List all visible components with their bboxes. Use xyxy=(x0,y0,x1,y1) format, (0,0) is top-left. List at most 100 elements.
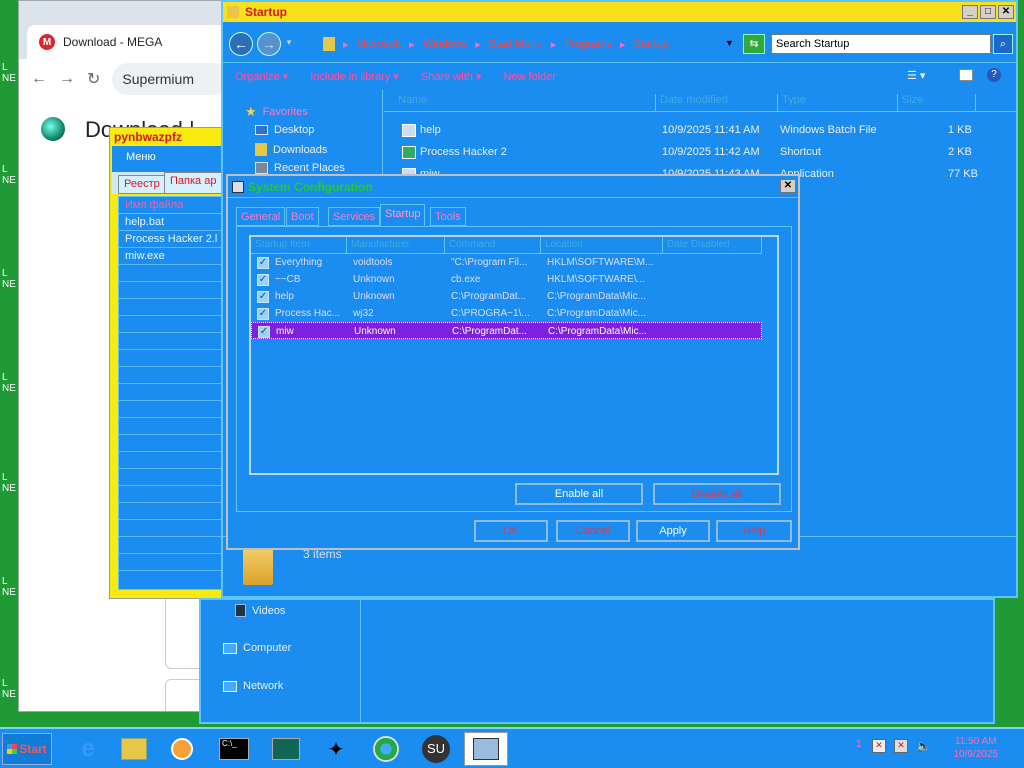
list-item[interactable] xyxy=(119,554,227,571)
forward-icon[interactable]: → xyxy=(257,32,281,56)
browser-tab[interactable]: M Download - MEGA xyxy=(27,25,227,59)
system-configuration-dialog[interactable]: System Configuration ✕ General Boot Serv… xyxy=(226,174,800,550)
cancel-button[interactable]: Cancel xyxy=(556,520,630,542)
nav-videos[interactable]: Videos xyxy=(235,604,285,617)
breadcrumb-item[interactable]: Start Menu xyxy=(489,38,543,50)
list-item[interactable] xyxy=(119,469,227,486)
list-item[interactable]: help.bat xyxy=(119,214,227,231)
close-button[interactable]: ✕ xyxy=(780,179,796,193)
start-button[interactable]: Start xyxy=(2,733,52,765)
include-in-library-button[interactable]: Include in library ▾ xyxy=(310,70,399,83)
list-item[interactable] xyxy=(119,537,227,554)
task-manager-icon[interactable] xyxy=(264,732,308,766)
file-row[interactable]: Process Hacker 2 10/9/2025 11:42 AM Shor… xyxy=(384,142,1016,164)
file-row[interactable]: help 10/9/2025 11:41 AM Windows Batch Fi… xyxy=(384,120,1016,142)
nav-favorites[interactable]: ★ Favorites xyxy=(245,104,308,120)
maximize-button[interactable]: □ xyxy=(980,5,996,19)
list-item[interactable] xyxy=(119,316,227,333)
column-startup-item[interactable]: Startup Item xyxy=(251,237,347,254)
checkbox[interactable]: ✓ xyxy=(257,308,269,320)
checkbox[interactable]: ✓ xyxy=(257,274,269,286)
nav-downloads[interactable]: Downloads xyxy=(255,143,327,156)
minimize-button[interactable]: _ xyxy=(962,5,978,19)
column-command[interactable]: Command xyxy=(445,237,541,254)
pynbw-menu[interactable]: Меню xyxy=(112,146,228,172)
tab-folder[interactable]: Папка ар xyxy=(164,172,223,194)
breadcrumb-item[interactable]: Programs xyxy=(564,38,612,50)
chevron-right-icon[interactable]: ▸ xyxy=(551,38,557,51)
chrome-icon[interactable] xyxy=(364,732,408,766)
nav-computer[interactable]: Computer xyxy=(223,642,291,654)
media-player-icon[interactable] xyxy=(160,732,204,766)
list-item[interactable] xyxy=(119,333,227,350)
close-button[interactable]: ✕ xyxy=(998,5,1014,19)
file-explorer-icon[interactable] xyxy=(112,732,156,766)
table-row[interactable]: ✓ Everything voidtools "C:\Program Fil..… xyxy=(251,254,762,271)
organize-button[interactable]: Organize ▾ xyxy=(235,70,288,83)
checkbox[interactable]: ✓ xyxy=(258,326,270,338)
list-item[interactable] xyxy=(119,367,227,384)
pynbw-file-list[interactable]: Имя файла help.bat Process Hacker 2.l mi… xyxy=(118,196,228,590)
checkbox[interactable]: ✓ xyxy=(257,291,269,303)
tab-boot[interactable]: Boot xyxy=(286,207,319,226)
search-icon[interactable]: ⌕ xyxy=(993,34,1013,54)
breadcrumb-item[interactable]: Windows xyxy=(423,38,468,50)
new-folder-button[interactable]: New folder xyxy=(503,71,556,83)
list-item[interactable] xyxy=(119,384,227,401)
tab-registry[interactable]: Реестр xyxy=(118,175,166,194)
table-row[interactable]: ✓ Process Hac... wj32 C:\PROGRA~1\... C:… xyxy=(251,305,762,322)
back-icon[interactable]: ← xyxy=(229,32,253,56)
help-button[interactable]: Help xyxy=(716,520,792,542)
list-item[interactable]: miw.exe xyxy=(119,248,227,265)
tab-tools[interactable]: Tools xyxy=(430,207,466,226)
checkbox[interactable]: ✓ xyxy=(257,257,269,269)
search-input[interactable]: Search Startup xyxy=(771,34,991,54)
pynbw-window[interactable]: pynbwazpfz Меню Реестр Папка ар Имя файл… xyxy=(109,127,229,599)
column-date-disabled[interactable]: Date Disabled xyxy=(663,237,762,254)
column-name[interactable]: Name xyxy=(398,94,656,112)
table-row[interactable]: ✓ ~~CB Unknown cb.exe HKLM\SOFTWARE\... xyxy=(251,271,762,288)
magic-wand-icon[interactable]: ✦ xyxy=(314,732,358,766)
list-item[interactable] xyxy=(119,486,227,503)
view-options-icon[interactable]: ☰ ▾ xyxy=(907,69,925,82)
list-item[interactable] xyxy=(119,435,227,452)
breadcrumb-item[interactable]: Microsoft xyxy=(357,38,402,50)
share-with-button[interactable]: Share with ▾ xyxy=(421,70,482,83)
breadcrumb-item[interactable]: Startup xyxy=(633,38,668,50)
list-item[interactable] xyxy=(119,503,227,520)
list-header[interactable]: Имя файла xyxy=(119,197,227,214)
chevron-right-icon[interactable]: ▸ xyxy=(620,38,626,51)
column-type[interactable]: Type xyxy=(782,94,898,112)
chevron-right-icon[interactable]: ▸ xyxy=(409,38,415,51)
column-location[interactable]: Location xyxy=(541,237,663,254)
back-icon[interactable]: ← xyxy=(31,70,47,88)
list-item[interactable]: Process Hacker 2.l xyxy=(119,231,227,248)
tab-general[interactable]: General xyxy=(236,207,286,226)
list-item[interactable] xyxy=(119,282,227,299)
clock[interactable]: 11:50 AM 10/9/2025 xyxy=(954,735,999,761)
table-row[interactable]: ✓ help Unknown C:\ProgramDat... C:\Progr… xyxy=(251,288,762,305)
address-dropdown-icon[interactable]: ▼ xyxy=(725,38,734,48)
table-row-selected[interactable]: ✓ miw Unknown C:\ProgramDat... C:\Progra… xyxy=(251,322,762,339)
startup-items-grid[interactable]: Startup Item Manufacturer Command Locati… xyxy=(249,235,779,475)
explorer-titlebar[interactable]: Startup _ □ ✕ xyxy=(223,2,1016,22)
forward-icon[interactable]: → xyxy=(59,70,75,88)
supermium-icon[interactable]: SU xyxy=(414,732,458,766)
dialog-titlebar[interactable]: System Configuration ✕ xyxy=(228,176,798,198)
list-item[interactable] xyxy=(119,452,227,469)
list-item[interactable] xyxy=(119,401,227,418)
ok-button[interactable]: OK xyxy=(474,520,548,542)
refresh-icon[interactable]: ⇆ xyxy=(743,34,765,54)
list-item[interactable] xyxy=(119,520,227,537)
recent-pages-icon[interactable]: ▼ xyxy=(285,38,293,47)
list-item[interactable] xyxy=(119,265,227,282)
column-size[interactable]: Size xyxy=(902,94,976,112)
disable-all-button[interactable]: Disable all xyxy=(653,483,781,505)
chevron-right-icon[interactable]: ▸ xyxy=(475,38,481,51)
nav-desktop[interactable]: Desktop xyxy=(255,124,314,136)
column-manufacturer[interactable]: Manufacturer xyxy=(347,237,445,254)
address-bar[interactable]: Supermium xyxy=(112,63,229,95)
msconfig-icon[interactable] xyxy=(464,732,508,766)
tab-services[interactable]: Services xyxy=(328,207,381,226)
network-icon[interactable]: ✕ xyxy=(894,739,908,753)
